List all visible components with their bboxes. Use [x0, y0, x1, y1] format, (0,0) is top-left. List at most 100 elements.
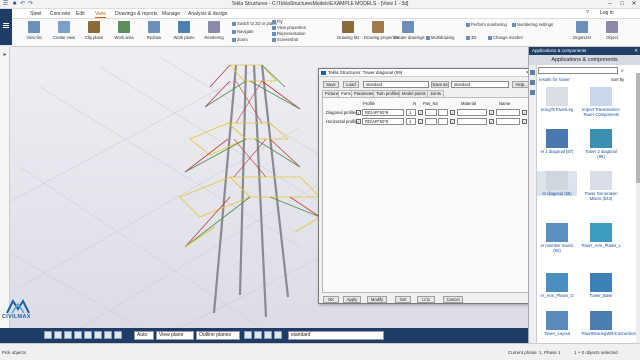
horizontal-pos-prefix[interactable] — [425, 118, 437, 125]
diagonal-pos-prefix[interactable] — [425, 109, 437, 116]
cancel-button[interactable]: Cancel — [443, 296, 463, 303]
snap-center-icon[interactable] — [264, 331, 272, 339]
create-view-button[interactable]: Create view — [50, 21, 78, 40]
get-button[interactable]: Get — [395, 296, 411, 303]
component-item[interactable]: er_Arm_Plates_G — [537, 273, 577, 298]
organizer-button[interactable]: Organizer — [568, 21, 596, 40]
hamburger-icon[interactable] — [3, 23, 9, 29]
component-item[interactable]: ecingToTowerLeg — [537, 87, 577, 112]
horizontal-profile-field[interactable]: RD/AR*50*6 — [362, 118, 404, 125]
component-item-selected[interactable]: er diagonal (59) — [537, 171, 577, 196]
3d-item[interactable]: 3D — [466, 35, 476, 40]
multidrawing-item[interactable]: Multidrawing — [426, 35, 455, 40]
minimize-button[interactable]: – — [604, 0, 616, 9]
toggle-all-button[interactable]: ☐/☑ — [417, 296, 435, 303]
select-grids-icon[interactable] — [94, 331, 102, 339]
component-item[interactable]: Tower_Layout — [537, 311, 577, 336]
group-icon[interactable] — [530, 90, 535, 95]
create-drawings-button[interactable]: Create drawings — [394, 21, 425, 40]
search-input[interactable] — [538, 67, 618, 74]
help-icon[interactable]: ? — [586, 10, 589, 16]
component-item[interactable]: Tower_Base — [581, 273, 621, 298]
component-item[interactable]: er member macro (60) — [537, 223, 577, 253]
diagonal-n-checkbox[interactable]: ✓ — [418, 110, 423, 115]
catalog-icon[interactable] — [530, 70, 535, 75]
select-points-icon[interactable] — [104, 331, 112, 339]
horizontal-name-field[interactable] — [496, 118, 520, 125]
horizontal-pos-checkbox[interactable]: ✓ — [450, 119, 455, 124]
selection-filter-select[interactable]: standard — [288, 331, 384, 340]
diagonal-material-field[interactable] — [457, 109, 487, 116]
navigate-item[interactable]: Navigate — [232, 29, 254, 34]
apply-button[interactable]: Apply — [343, 296, 361, 303]
filter-icon[interactable] — [530, 80, 535, 85]
snap-end-icon[interactable] — [244, 331, 252, 339]
save-as-button[interactable]: Save as — [431, 81, 449, 88]
view-properties-item[interactable]: View properties — [272, 25, 306, 30]
save-button[interactable]: Save — [323, 81, 339, 88]
diagonal-pos-checkbox[interactable]: ✓ — [450, 110, 455, 115]
snap-intersection-icon[interactable] — [274, 331, 282, 339]
sort-by-label[interactable]: Sort by — [611, 77, 624, 82]
menu-drawings-reports[interactable]: Drawings & reports — [115, 11, 158, 17]
representation-item[interactable]: Representation — [272, 31, 305, 36]
component-item[interactable]: TowerBracingWithConnection — [581, 311, 636, 336]
select-all-icon[interactable] — [44, 331, 52, 339]
rendering-button[interactable]: Rendering — [200, 21, 228, 40]
horizontal-material-field[interactable] — [457, 118, 487, 125]
drawing-list-button[interactable]: Drawing list — [334, 21, 362, 40]
diagonal-n-field[interactable]: 1 — [406, 109, 416, 116]
menu-analysis-design[interactable]: Analysis & design — [188, 11, 227, 17]
panel-close-icon[interactable]: ✕ — [634, 47, 638, 55]
select-parts-icon[interactable] — [54, 331, 62, 339]
login-link[interactable]: Log in — [600, 10, 614, 16]
tab-twin-profiles[interactable]: Twin profiles — [373, 90, 403, 97]
work-plane-button[interactable]: Work plane — [170, 21, 198, 40]
select-welds-icon[interactable] — [74, 331, 82, 339]
horizontal-name-checkbox[interactable]: ✓ — [522, 119, 527, 124]
change-number-item[interactable]: Change number — [488, 35, 523, 40]
plane-select[interactable]: View plane — [156, 331, 194, 340]
load-select[interactable]: standard — [363, 81, 429, 88]
switch-2d-item[interactable]: Switch to 2D or plane — [232, 21, 277, 26]
horizontal-n-field[interactable]: 1 — [406, 118, 416, 125]
search-icon[interactable]: ⌕ — [621, 68, 624, 74]
panel-scrollbar[interactable] — [636, 73, 640, 343]
horizontal-enable-checkbox[interactable]: ✓ — [356, 119, 361, 124]
component-item[interactable]: Import Transmission Tower Components — [581, 87, 621, 117]
component-item[interactable]: Tower_Arm_Plates_L — [581, 223, 621, 248]
menu-edit[interactable]: Edit — [76, 11, 85, 17]
scrollbar-thumb[interactable] — [636, 73, 640, 183]
component-item[interactable]: Tower 2 diagonal (88) — [581, 129, 621, 159]
modify-button[interactable]: Modify — [367, 296, 387, 303]
object-button[interactable]: Object — [598, 21, 626, 40]
snap-mode-select[interactable]: Auto — [134, 331, 154, 340]
perform-numbering-item[interactable]: Perform numbering — [466, 22, 507, 27]
tab-model-points[interactable]: Model points — [399, 90, 429, 97]
menu-view[interactable]: View — [95, 11, 106, 18]
work-area-button[interactable]: Work area — [110, 21, 138, 40]
diagonal-name-checkbox[interactable]: ✓ — [522, 110, 527, 115]
diagonal-enable-checkbox[interactable]: ✓ — [356, 110, 361, 115]
drawing-properties-button[interactable]: Drawing properties — [364, 21, 399, 40]
diagonal-pos-start[interactable] — [438, 109, 448, 116]
diagonal-material-checkbox[interactable]: ✓ — [489, 110, 494, 115]
component-item[interactable]: er 1 diagonal (87) — [537, 129, 577, 154]
diagonal-profile-field[interactable]: RD/AR*50*6 — [362, 109, 404, 116]
tab-joints[interactable]: Joints — [427, 90, 444, 97]
save-as-field[interactable]: standard — [451, 81, 509, 88]
select-components-icon[interactable] — [64, 331, 72, 339]
load-button[interactable]: Load — [343, 81, 359, 88]
screenshot-item[interactable]: Screenshot — [272, 37, 298, 42]
fly-item[interactable]: Fly — [272, 19, 283, 24]
ok-button[interactable]: OK — [323, 296, 339, 303]
component-item[interactable]: Tower Generation Macro (543) — [581, 171, 621, 201]
horizontal-pos-start[interactable] — [438, 118, 448, 125]
view-list-button[interactable]: View list — [20, 21, 48, 40]
view-tab-icon[interactable]: ▸ — [1, 51, 9, 59]
close-button[interactable]: ✕ — [628, 0, 640, 9]
diagonal-name-field[interactable] — [496, 109, 520, 116]
maximize-button[interactable]: □ — [616, 0, 628, 9]
zoom-item[interactable]: Zoom — [232, 37, 248, 42]
menu-steel[interactable]: Steel — [30, 11, 41, 17]
